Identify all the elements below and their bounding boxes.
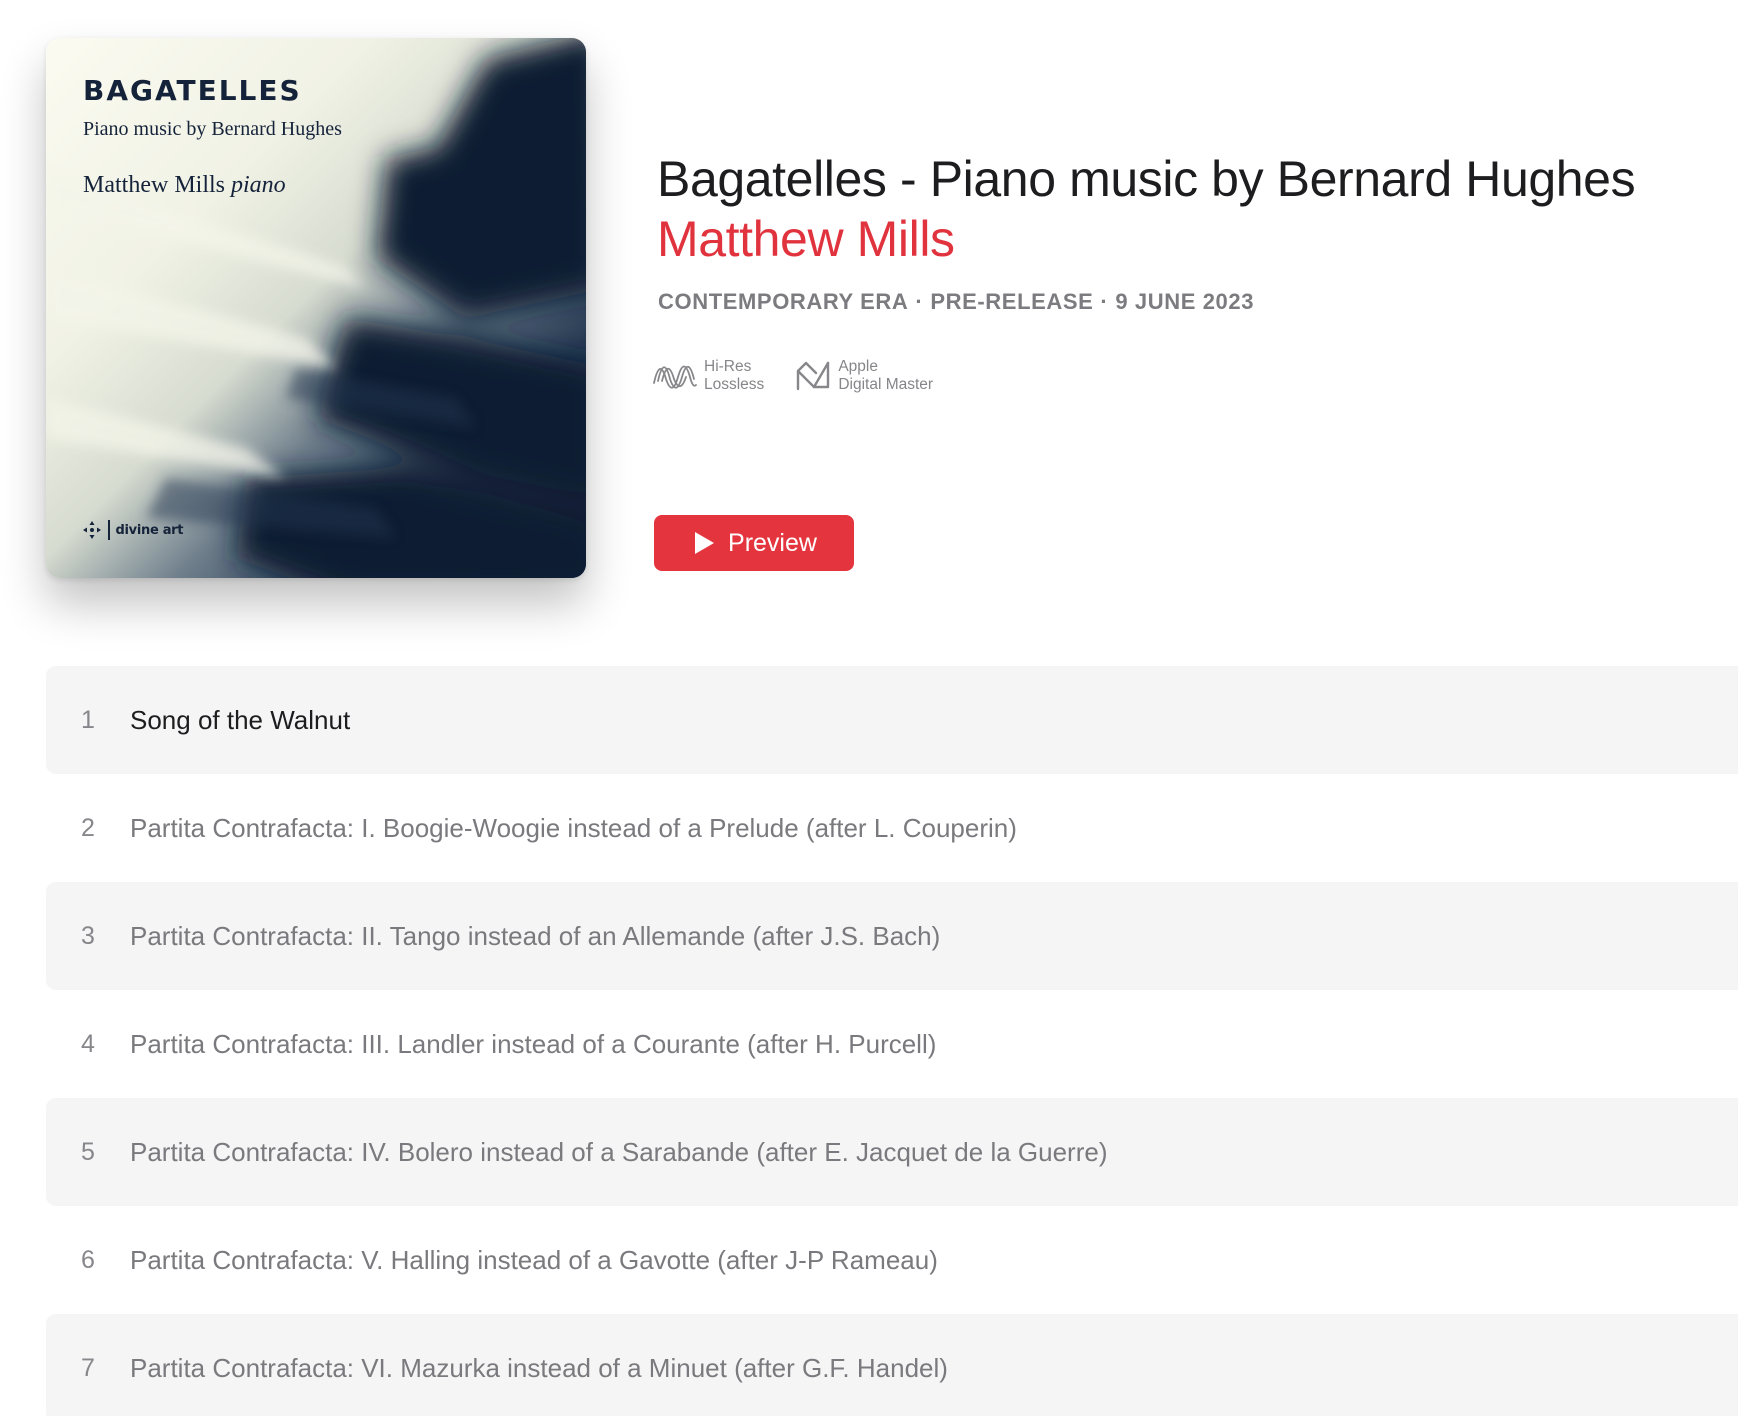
track-title: Partita Contrafacta: V. Halling instead … [130, 1244, 938, 1275]
play-icon [695, 532, 715, 554]
artwork-title: BAGATELLES [83, 74, 302, 107]
track-row[interactable]: 2 Partita Contrafacta: I. Boogie-Woogie … [46, 774, 1738, 882]
track-number: 1 [81, 705, 95, 734]
track-title: Song of the Walnut [130, 704, 351, 735]
audio-quality-badges: Hi-Res Lossless Apple Digital Master [652, 358, 933, 394]
track-number: 7 [81, 1353, 95, 1382]
track-number: 5 [81, 1137, 95, 1166]
track-number: 3 [81, 921, 95, 950]
hi-res-line1: Hi-Res [704, 358, 752, 375]
track-row[interactable]: 4 Partita Contrafacta: III. Landler inst… [46, 990, 1738, 1098]
track-title: Partita Contrafacta: VI. Mazurka instead… [130, 1352, 948, 1383]
artwork-subtitle: Piano music by Bernard Hughes [83, 118, 342, 140]
album-metadata: CONTEMPORARY ERA · PRE-RELEASE · 9 JUNE 2023 [658, 289, 1254, 315]
track-title: Partita Contrafacta: I. Boogie-Woogie in… [130, 812, 1017, 843]
artwork-instrument: piano [231, 172, 286, 198]
album-artwork[interactable]: BAGATELLES Piano music by Bernard Hughes… [46, 38, 586, 578]
adm-line1: Apple [838, 358, 878, 375]
track-row[interactable]: 5 Partita Contrafacta: IV. Bolero instea… [46, 1098, 1738, 1206]
adm-line2: Digital Master [838, 376, 934, 393]
track-title: Partita Contrafacta: III. Landler instea… [130, 1028, 937, 1059]
track-title: Partita Contrafacta: II. Tango instead o… [130, 920, 941, 951]
meta-separator: · [915, 289, 924, 314]
divine-art-logo-icon [83, 521, 101, 539]
apple-digital-master-badge[interactable]: Apple Digital Master [794, 358, 933, 394]
album-era: CONTEMPORARY ERA [658, 289, 909, 314]
preview-button-label: Preview [728, 528, 817, 557]
album-status: PRE-RELEASE [930, 289, 1094, 314]
artwork-artist: Matthew Mills piano [83, 172, 286, 199]
track-row[interactable]: 7 Partita Contrafacta: VI. Mazurka inste… [46, 1314, 1738, 1416]
apple-digital-master-icon [797, 361, 830, 391]
track-title: Partita Contrafacta: IV. Bolero instead … [130, 1136, 1108, 1167]
track-row[interactable]: 3 Partita Contrafacta: II. Tango instead… [46, 882, 1738, 990]
logo-divider [108, 520, 110, 540]
track-list: 1 Song of the Walnut 2 Partita Contrafac… [46, 666, 1738, 1416]
album-page: BAGATELLES Piano music by Bernard Hughes… [0, 0, 1738, 1416]
album-release-date: 9 JUNE 2023 [1115, 289, 1255, 314]
meta-separator: · [1100, 289, 1109, 314]
record-label-name: divine art [115, 522, 184, 538]
album-artist-link[interactable]: Matthew Mills [657, 210, 955, 268]
track-row[interactable]: 6 Partita Contrafacta: V. Halling instea… [46, 1206, 1738, 1314]
preview-button[interactable]: Preview [654, 515, 854, 571]
hi-res-line2: Lossless [704, 376, 765, 393]
track-number: 2 [81, 813, 95, 842]
track-row[interactable]: 1 Song of the Walnut [46, 666, 1738, 774]
record-label-logo: divine art [82, 520, 184, 540]
artwork-artist-name: Matthew Mills [83, 172, 225, 198]
track-number: 6 [81, 1245, 95, 1274]
album-title: Bagatelles - Piano music by Bernard Hugh… [657, 151, 1636, 207]
track-number: 4 [81, 1029, 95, 1058]
hi-res-lossless-badge[interactable]: Hi-Res Lossless [652, 358, 764, 394]
hi-res-lossless-icon [653, 365, 697, 389]
